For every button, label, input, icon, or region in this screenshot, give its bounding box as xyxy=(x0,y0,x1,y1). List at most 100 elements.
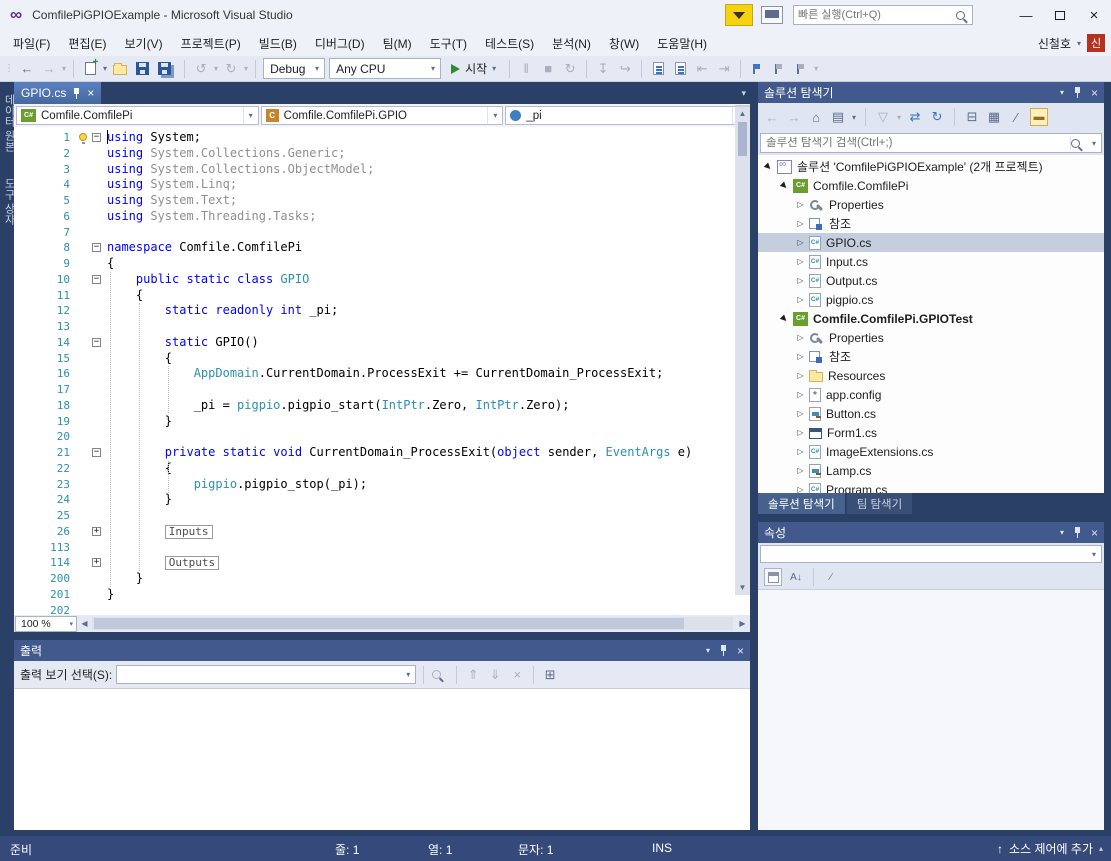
output-content[interactable] xyxy=(14,688,750,830)
menu-프로젝트(P)[interactable]: 프로젝트(P) xyxy=(172,31,250,56)
code-line-8[interactable]: 8−namespace Comfile.ComfilePi xyxy=(14,240,750,256)
step-into-icon[interactable]: ↧ xyxy=(594,59,612,79)
expand-region-icon[interactable]: + xyxy=(92,558,101,567)
vertical-scrollbar[interactable]: ▲ ▼ xyxy=(735,107,750,595)
chevron-down-icon[interactable]: ▾ xyxy=(244,64,248,73)
step-over-icon[interactable]: ↪ xyxy=(616,59,634,79)
solution-configuration-combo[interactable]: Debug ▾ xyxy=(263,58,325,79)
uncomment-lines-icon[interactable] xyxy=(671,59,689,79)
code-line-202[interactable]: 202 xyxy=(14,603,750,616)
menu-테스트(S)[interactable]: 테스트(S) xyxy=(476,31,543,56)
se-back-icon[interactable]: ← xyxy=(764,107,780,127)
se-forward-icon[interactable]: → xyxy=(786,107,802,127)
pin-icon[interactable] xyxy=(719,645,728,656)
close-icon[interactable]: × xyxy=(737,644,744,658)
code-line-21[interactable]: 21− private static void CurrentDomain_Pr… xyxy=(14,445,750,461)
code-line-13[interactable]: 13 xyxy=(14,319,750,335)
next-bookmark-icon[interactable] xyxy=(792,59,810,79)
expander-icon[interactable]: ▷ xyxy=(794,371,807,380)
expander-icon[interactable]: ▷ xyxy=(794,257,807,266)
tree-item-참조[interactable]: ▷참조 xyxy=(758,214,1104,233)
open-file-icon[interactable] xyxy=(111,59,129,79)
close-icon[interactable]: × xyxy=(1091,526,1098,540)
menu-도구(T)[interactable]: 도구(T) xyxy=(421,31,476,56)
collapse-region-icon[interactable]: − xyxy=(92,133,101,142)
code-line-24[interactable]: 24 } xyxy=(14,492,750,508)
maximize-button[interactable] xyxy=(1043,2,1077,28)
chevron-down-icon[interactable]: ▾ xyxy=(401,670,415,679)
minimize-button[interactable]: — xyxy=(1009,2,1043,28)
chevron-down-icon[interactable]: ▾ xyxy=(62,64,66,73)
solution-explorer-header[interactable]: 솔루션 탐색기 ▾ × xyxy=(758,82,1104,103)
chevron-down-icon[interactable]: ▾ xyxy=(214,64,218,73)
expander-icon[interactable]: ▷ xyxy=(794,447,807,456)
chevron-down-icon[interactable]: ▾ xyxy=(1087,139,1101,148)
code-line-4[interactable]: 4using System.Linq; xyxy=(14,177,750,193)
collapse-all-icon[interactable]: ⊟ xyxy=(964,107,980,127)
code-line-26[interactable]: 26+ Inputs xyxy=(14,524,750,540)
menu-팀(M)[interactable]: 팀(M) xyxy=(374,31,421,56)
expander-icon[interactable]: ▷ xyxy=(794,466,807,475)
property-pages-icon[interactable]: ∕ xyxy=(822,568,840,586)
code-line-7[interactable]: 7 xyxy=(14,225,750,241)
solution-platform-combo[interactable]: Any CPU ▾ xyxy=(329,58,441,79)
properties-wrench-icon[interactable]: ∕ xyxy=(1008,107,1024,127)
chevron-down-icon[interactable]: ▾ xyxy=(492,64,496,73)
chevron-up-icon[interactable]: ▴ xyxy=(1099,844,1103,853)
home-icon[interactable]: ⌂ xyxy=(808,107,824,127)
code-line-18[interactable]: 18 _pi = pigpio.pigpio_start(IntPtr.Zero… xyxy=(14,398,750,414)
categorized-icon[interactable] xyxy=(764,568,782,586)
show-output-combo[interactable]: ▾ xyxy=(116,665,416,684)
code-line-1[interactable]: 1−using System; xyxy=(14,130,750,146)
expander-icon[interactable]: ▷ xyxy=(794,238,807,247)
pin-icon[interactable] xyxy=(72,88,81,99)
properties-content[interactable] xyxy=(758,589,1104,830)
refresh-icon[interactable]: ↻ xyxy=(929,107,945,127)
expander-icon[interactable]: ▷ xyxy=(794,333,807,342)
member-dropdown[interactable]: _pi ▾ xyxy=(505,106,748,125)
output-header[interactable]: 출력 ▾ × xyxy=(14,640,750,661)
expander-icon[interactable]: ▷ xyxy=(794,219,807,228)
restart-icon[interactable]: ↻ xyxy=(561,59,579,79)
tree-item-Properties[interactable]: ▷Properties xyxy=(758,195,1104,214)
save-icon[interactable] xyxy=(133,59,151,79)
menu-분석(N)[interactable]: 분석(N) xyxy=(543,31,600,56)
menu-창(W)[interactable]: 창(W) xyxy=(600,31,648,56)
menu-디버그(D)[interactable]: 디버그(D) xyxy=(306,31,374,56)
menu-파일(F)[interactable]: 파일(F) xyxy=(4,31,59,56)
window-position-icon[interactable]: ▾ xyxy=(706,646,710,655)
chevron-down-icon[interactable]: ▾ xyxy=(487,107,502,124)
previous-message-icon[interactable]: ⇑ xyxy=(464,665,482,685)
quick-launch-input[interactable] xyxy=(794,6,956,24)
expander-icon[interactable]: ▷ xyxy=(794,428,807,437)
alphabetical-icon[interactable]: A↓ xyxy=(787,568,805,586)
code-line-5[interactable]: 5using System.Text; xyxy=(14,193,750,209)
collapse-region-icon[interactable]: − xyxy=(92,243,101,252)
zoom-combo[interactable]: 100 % ▾ xyxy=(15,616,77,632)
horizontal-scrollbar[interactable] xyxy=(92,617,733,630)
tab-solution-explorer[interactable]: 솔루션 탐색기 xyxy=(758,493,845,514)
chevron-down-icon[interactable]: ▾ xyxy=(243,107,258,124)
break-all-icon[interactable]: ‖ xyxy=(517,59,535,79)
close-icon[interactable]: × xyxy=(87,87,94,99)
search-box[interactable]: ▾ xyxy=(760,133,1102,153)
type-dropdown[interactable]: C Comfile.ComfilePi.GPIO ▾ xyxy=(261,106,504,125)
expander-icon[interactable]: ▷ xyxy=(794,352,807,361)
collapse-region-icon[interactable]: − xyxy=(92,275,101,284)
code-line-2[interactable]: 2using System.Collections.Generic; xyxy=(14,146,750,162)
next-message-icon[interactable]: ⇓ xyxy=(486,665,504,685)
code-line-25[interactable]: 25 xyxy=(14,508,750,524)
chevron-down-icon[interactable]: ▾ xyxy=(310,64,324,73)
tree-item-pigpio.cs[interactable]: ▷pigpio.cs xyxy=(758,290,1104,309)
code-line-200[interactable]: 200 } xyxy=(14,571,750,587)
properties-object-combo[interactable]: ▾ xyxy=(760,545,1102,563)
code-line-20[interactable]: 20 xyxy=(14,429,750,445)
toggle-bookmark-icon[interactable] xyxy=(748,59,766,79)
code-line-201[interactable]: 201} xyxy=(14,587,750,603)
tree-item-Output.cs[interactable]: ▷Output.cs xyxy=(758,271,1104,290)
tree-item-Program.cs[interactable]: ▷Program.cs xyxy=(758,480,1104,493)
tree-item-Input.cs[interactable]: ▷Input.cs xyxy=(758,252,1104,271)
expander-icon[interactable]: ▶ xyxy=(777,311,793,327)
find-message-icon[interactable] xyxy=(431,665,449,685)
tab-team-explorer[interactable]: 팀 탐색기 xyxy=(847,493,913,514)
